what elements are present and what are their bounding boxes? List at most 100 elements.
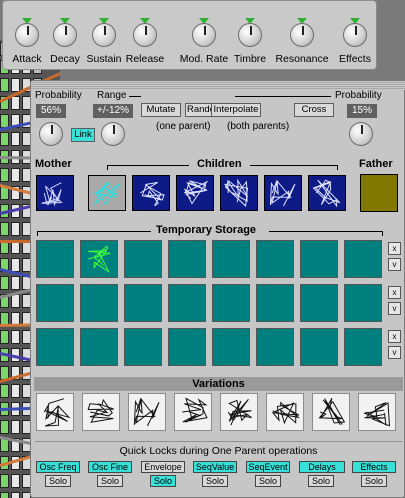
release-knob[interactable]: [133, 23, 157, 47]
link-button[interactable]: Link: [71, 128, 95, 142]
range-knob[interactable]: [101, 122, 125, 146]
variation-slot[interactable]: [36, 393, 74, 431]
patch-waveform-sketch: [318, 397, 346, 426]
storage-slot[interactable]: [80, 328, 118, 366]
storage-slot[interactable]: [124, 240, 162, 278]
attack-knob[interactable]: [15, 23, 39, 47]
storage-slot[interactable]: [344, 240, 382, 278]
variation-slot[interactable]: [82, 393, 120, 431]
sustain-knob[interactable]: [92, 23, 116, 47]
child-patch[interactable]: [88, 175, 126, 211]
solo-button[interactable]: Solo: [150, 475, 176, 487]
solo-button[interactable]: Solo: [45, 475, 71, 487]
patch-waveform-sketch: [227, 398, 252, 426]
variation-slot[interactable]: [220, 393, 258, 431]
storage-slot[interactable]: [300, 240, 338, 278]
storage-slot[interactable]: [124, 328, 162, 366]
mother-patch[interactable]: [36, 175, 74, 211]
lock-delays-button[interactable]: Delays: [299, 461, 345, 473]
storage-row-view-button[interactable]: v: [388, 258, 401, 271]
storage-slot[interactable]: [168, 240, 206, 278]
child-patch[interactable]: [308, 175, 346, 211]
variation-slot[interactable]: [128, 393, 166, 431]
lock-osc-fine-button[interactable]: Osc Fine: [88, 461, 132, 473]
children-divider-left: [107, 165, 189, 166]
storage-slot[interactable]: [36, 240, 74, 278]
storage-slot[interactable]: [344, 328, 382, 366]
storage-slot[interactable]: [168, 328, 206, 366]
mutate-button[interactable]: Mutate: [141, 103, 181, 117]
storage-slot[interactable]: [344, 284, 382, 322]
storage-row-clear-button[interactable]: x: [388, 286, 401, 299]
storage-slot[interactable]: [212, 240, 250, 278]
storage-slot[interactable]: [124, 284, 162, 322]
mother-label: Mother: [35, 158, 72, 170]
patch-waveform-sketch: [269, 179, 296, 207]
lock-effects-button[interactable]: Effects: [352, 461, 396, 473]
rack-module-slot: [0, 78, 9, 92]
child-patch[interactable]: [132, 175, 170, 211]
range-value: +/-12%: [93, 104, 133, 118]
lock-osc-freq-button[interactable]: Osc Freq: [36, 461, 80, 473]
storage-divider-left: [37, 231, 151, 232]
lock-seqvalue-button[interactable]: SeqValue: [193, 461, 237, 473]
solo-button[interactable]: Solo: [202, 475, 228, 487]
storage-slot[interactable]: [300, 328, 338, 366]
storage-slot[interactable]: [300, 284, 338, 322]
storage-row-view-button[interactable]: v: [388, 346, 401, 359]
synth-parameter-panel: Attack Decay Sustain Release Mod. Rate Timbre…: [2, 0, 377, 70]
storage-row-clear-button[interactable]: x: [388, 330, 401, 343]
patch-waveform-sketch: [312, 179, 341, 208]
resonance-knob[interactable]: [290, 23, 314, 47]
patch-waveform-sketch: [183, 180, 209, 205]
probability-label: Probability: [35, 90, 82, 101]
variation-slot[interactable]: [266, 393, 304, 431]
knob-label: Resonance: [275, 53, 329, 65]
cross-probability-knob[interactable]: [349, 122, 373, 146]
timbre-knob[interactable]: [238, 23, 262, 47]
rack-module-slot: [11, 384, 20, 398]
variation-slot[interactable]: [312, 393, 350, 431]
range-label: Range: [97, 90, 127, 101]
father-patch[interactable]: [360, 174, 398, 212]
variation-slot[interactable]: [174, 393, 212, 431]
storage-slot[interactable]: [36, 328, 74, 366]
lock-seqevent-button[interactable]: SeqEvent: [246, 461, 290, 473]
storage-row-view-button[interactable]: v: [388, 302, 401, 315]
patch-waveform-sketch: [87, 398, 114, 423]
storage-row-clear-button[interactable]: x: [388, 242, 401, 255]
storage-slot[interactable]: [256, 240, 294, 278]
storage-slot[interactable]: [80, 284, 118, 322]
variation-slot[interactable]: [358, 393, 396, 431]
storage-slot[interactable]: [212, 284, 250, 322]
storage-slot[interactable]: [80, 240, 118, 278]
dialog-title-bar[interactable]: [31, 81, 405, 90]
solo-button[interactable]: Solo: [361, 475, 387, 487]
child-patch[interactable]: [264, 175, 302, 211]
children-divider-right-tick: [337, 165, 338, 170]
solo-button[interactable]: Solo: [255, 475, 281, 487]
effects-knob[interactable]: [343, 23, 367, 47]
child-patch[interactable]: [176, 175, 214, 211]
rack-module-slot: [11, 222, 20, 236]
lock-envelope-button[interactable]: Envelope: [141, 461, 185, 473]
knob-label: Effects: [339, 53, 371, 65]
rack-module-slot: [11, 474, 20, 488]
decay-knob[interactable]: [53, 23, 77, 47]
rack-module-slot: [0, 132, 9, 146]
cross-button[interactable]: Cross: [294, 103, 334, 117]
solo-button[interactable]: Solo: [308, 475, 334, 487]
child-patch[interactable]: [220, 175, 258, 211]
storage-slot[interactable]: [256, 328, 294, 366]
probability-knob[interactable]: [39, 122, 63, 146]
storage-slot[interactable]: [168, 284, 206, 322]
children-label: Children: [197, 158, 242, 170]
mod-rate-knob[interactable]: [192, 23, 216, 47]
storage-slot[interactable]: [36, 284, 74, 322]
solo-button[interactable]: Solo: [97, 475, 123, 487]
storage-slot[interactable]: [256, 284, 294, 322]
children-divider-left-tick: [107, 165, 108, 170]
storage-slot[interactable]: [212, 328, 250, 366]
patch-waveform-sketch: [223, 178, 249, 207]
interpolate-button[interactable]: Interpolate: [211, 103, 261, 117]
